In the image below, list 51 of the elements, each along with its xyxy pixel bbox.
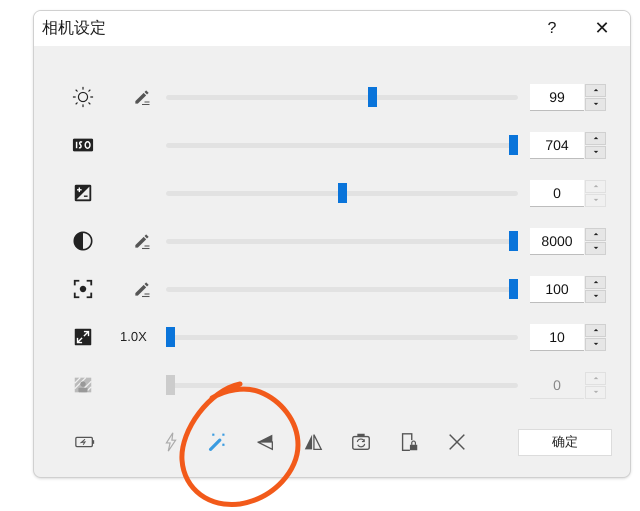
- increment-button[interactable]: [585, 276, 606, 288]
- value-field[interactable]: 704: [530, 132, 584, 158]
- increment-button[interactable]: [585, 84, 606, 96]
- slider-track[interactable]: [166, 190, 518, 196]
- value-field[interactable]: 99: [530, 84, 584, 110]
- caret-down-icon: [592, 101, 600, 107]
- caret-down-icon: [592, 341, 600, 347]
- caret-down-icon: [592, 245, 600, 251]
- expand-icon: [72, 326, 94, 348]
- slider-thumb[interactable]: [166, 327, 175, 347]
- zoom-label: 1.0X: [120, 328, 147, 346]
- value-field[interactable]: 8000: [530, 228, 584, 254]
- contrast-icon: [72, 230, 94, 252]
- value-field[interactable]: 100: [530, 276, 584, 302]
- caret-up-icon: [592, 183, 600, 189]
- slider-thumb[interactable]: [368, 87, 378, 107]
- decrement-button[interactable]: [585, 338, 606, 350]
- decrement-button[interactable]: [585, 290, 606, 302]
- close-button[interactable]: ✕: [574, 11, 630, 46]
- value-field[interactable]: 0: [530, 180, 584, 206]
- caret-down-icon: [592, 149, 600, 155]
- ok-button[interactable]: 确定: [518, 428, 612, 456]
- camera-rotate-icon: [350, 431, 372, 453]
- caret-down-icon: [592, 389, 600, 395]
- decrement-button[interactable]: [585, 146, 606, 158]
- caret-up-icon: [592, 231, 600, 237]
- caret-up-icon: [592, 327, 600, 333]
- slider-thumb[interactable]: [509, 279, 518, 299]
- decrement-button[interactable]: [585, 98, 606, 110]
- magic-wand-icon: [206, 431, 228, 453]
- caret-down-icon: [592, 197, 600, 203]
- increment-button[interactable]: [585, 324, 606, 336]
- decrement-button[interactable]: [585, 242, 606, 254]
- window-title: 相机设定: [42, 18, 107, 38]
- exposure-icon: [72, 182, 94, 204]
- close-icon: [446, 431, 468, 453]
- increment-button[interactable]: [585, 132, 606, 144]
- caret-up-icon: [592, 375, 600, 381]
- caret-up-icon: [592, 135, 600, 141]
- sun-icon: [72, 86, 94, 108]
- slider-thumb[interactable]: [509, 135, 518, 155]
- focus-icon: [72, 278, 94, 300]
- caret-up-icon: [592, 279, 600, 285]
- help-button[interactable]: ?: [530, 11, 574, 46]
- slider-thumb[interactable]: [338, 183, 346, 203]
- caret-up-icon: [592, 87, 600, 93]
- slider-track[interactable]: [166, 94, 518, 100]
- slider-thumb[interactable]: [509, 231, 518, 251]
- increment-button[interactable]: [585, 228, 606, 240]
- value-field[interactable]: 10: [530, 324, 584, 350]
- caret-down-icon: [592, 293, 600, 299]
